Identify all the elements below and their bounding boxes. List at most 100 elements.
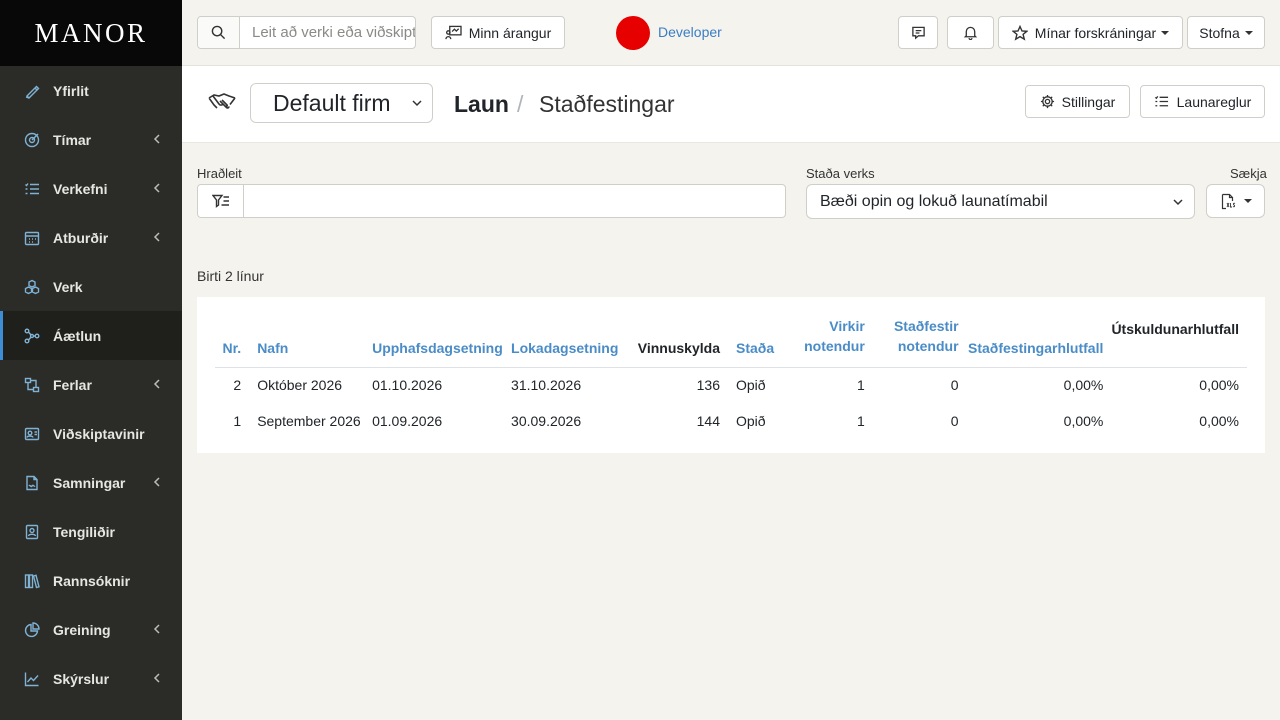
cell-status: Opið bbox=[735, 377, 766, 394]
column-header-name[interactable]: Nafn bbox=[249, 297, 365, 368]
breadcrumb-parent[interactable]: Laun bbox=[454, 91, 509, 118]
sidebar-item-greining[interactable]: Greining bbox=[0, 605, 182, 654]
cell-start-date: 01.10.2026 bbox=[372, 377, 443, 394]
sidebar: MANOR Yfirlit Tímar Verkefni Atburðir Ve… bbox=[0, 0, 182, 720]
network-icon bbox=[24, 328, 40, 344]
line-chart-icon bbox=[24, 671, 40, 687]
firm-select[interactable]: Default firm bbox=[250, 83, 433, 123]
page-header: Default firm Laun / Staðfestingar Stilli… bbox=[182, 66, 1280, 143]
my-achievements-button[interactable]: Minn árangur bbox=[431, 16, 565, 49]
chevron-left-icon bbox=[150, 475, 164, 489]
payroll-periods-table: Nr. Nafn Upphafsdagsetning Lokadagsetnin… bbox=[215, 297, 1247, 439]
chevron-left-icon bbox=[150, 377, 164, 391]
search-button[interactable] bbox=[198, 17, 240, 48]
column-header-active-users[interactable]: Virkir notendur bbox=[786, 297, 873, 368]
sidebar-item-atburdir[interactable]: Atburðir bbox=[0, 213, 182, 262]
sidebar-item-rannsoknir[interactable]: Rannsóknir bbox=[0, 556, 182, 605]
sidebar-item-samningar[interactable]: Samningar bbox=[0, 458, 182, 507]
avatar[interactable] bbox=[616, 16, 650, 50]
sidebar-item-label: Greining bbox=[53, 621, 111, 638]
brand-logo[interactable]: MANOR bbox=[0, 0, 182, 66]
sidebar-item-verkefni[interactable]: Verkefni bbox=[0, 164, 182, 213]
search-input[interactable] bbox=[240, 17, 415, 48]
sidebar-item-label: Yfirlit bbox=[53, 82, 89, 99]
table-row[interactable]: 1 September 2026 01.09.2026 30.09.2026 1… bbox=[215, 403, 1247, 439]
filter-button[interactable] bbox=[198, 185, 244, 217]
pie-chart-icon bbox=[24, 621, 40, 638]
column-header-confirmed-users[interactable]: Staðfestir notendur bbox=[872, 297, 967, 368]
cell-active-users: 1 bbox=[856, 413, 865, 429]
chevron-left-icon bbox=[150, 230, 164, 244]
search-icon bbox=[211, 25, 226, 40]
header-line: Staðfestir bbox=[893, 317, 959, 334]
notifications-button[interactable] bbox=[947, 16, 994, 49]
cubes-icon bbox=[24, 279, 40, 295]
column-header-status[interactable]: Staða bbox=[727, 297, 787, 368]
sidebar-item-label: Verkefni bbox=[53, 180, 108, 197]
user-name-link[interactable]: Developer bbox=[658, 24, 722, 40]
quick-search-input[interactable] bbox=[244, 185, 785, 217]
cell-name[interactable]: Október 2026 bbox=[249, 367, 364, 403]
cell-name[interactable]: September 2026 bbox=[249, 403, 364, 439]
chevron-down-icon bbox=[1173, 199, 1183, 206]
top-bar: Minn árangur Developer Mínar forskráning… bbox=[182, 0, 1280, 66]
sidebar-item-aaetlun[interactable]: Áætlun bbox=[0, 311, 182, 360]
header-line: Virkir bbox=[829, 317, 865, 334]
sidebar-item-tengilidir[interactable]: Tengiliðir bbox=[0, 507, 182, 556]
quick-search-label: Hraðleit bbox=[197, 166, 242, 181]
pen-icon bbox=[24, 83, 40, 99]
sidebar-item-ferlar[interactable]: Ferlar bbox=[0, 360, 182, 409]
process-icon bbox=[24, 377, 40, 393]
xls-file-icon bbox=[1221, 193, 1235, 209]
chevron-left-icon bbox=[150, 671, 164, 685]
sidebar-item-verk[interactable]: Verk bbox=[0, 262, 182, 311]
create-dropdown[interactable]: Stofna bbox=[1187, 16, 1265, 49]
sidebar-item-label: Tengiliðir bbox=[53, 523, 115, 540]
column-header-confirm-ratio[interactable]: Staðfestingarhlutfall bbox=[966, 297, 1112, 368]
export-xls-dropdown[interactable] bbox=[1206, 184, 1265, 218]
filter-list-icon bbox=[211, 194, 229, 208]
table-row[interactable]: 2 Október 2026 01.10.2026 31.10.2026 136… bbox=[215, 367, 1247, 403]
cell-confirm-ratio: 0,00% bbox=[1063, 413, 1104, 429]
chevron-left-icon bbox=[150, 622, 164, 636]
pay-rules-label: Launareglur bbox=[1176, 93, 1252, 110]
sidebar-item-label: Áætlun bbox=[53, 327, 102, 344]
id-card-icon bbox=[24, 426, 40, 442]
cell-end-date: 30.09.2026 bbox=[511, 413, 582, 429]
calendar-icon bbox=[24, 230, 40, 246]
column-header-end-date[interactable]: Lokadagsetning bbox=[503, 297, 631, 368]
sidebar-item-yfirlit[interactable]: Yfirlit bbox=[0, 66, 182, 115]
chevron-left-icon bbox=[150, 132, 164, 146]
status-filter-value: Bæði opin og lokuð launatímabil bbox=[820, 192, 1048, 210]
handshake-icon bbox=[208, 93, 236, 109]
gear-icon bbox=[1040, 94, 1054, 109]
column-header-start-date[interactable]: Upphafsdagsetning bbox=[364, 297, 504, 368]
global-search bbox=[197, 16, 416, 49]
sidebar-item-vidskiptavinir[interactable]: Viðskiptavinir bbox=[0, 409, 182, 458]
my-registrations-dropdown[interactable]: Mínar forskráningar bbox=[998, 16, 1183, 49]
status-filter-label: Staða verks bbox=[806, 166, 875, 181]
sidebar-item-skyrslur[interactable]: Skýrslur bbox=[0, 654, 182, 703]
settings-button[interactable]: Stillingar bbox=[1025, 85, 1130, 118]
pay-rules-button[interactable]: Launareglur bbox=[1140, 85, 1265, 118]
books-icon bbox=[24, 573, 40, 589]
chat-icon bbox=[911, 26, 925, 40]
sidebar-item-timar[interactable]: Tímar bbox=[0, 115, 182, 164]
settings-label: Stillingar bbox=[1061, 93, 1116, 110]
cell-payout-ratio: 0,00% bbox=[1199, 377, 1239, 394]
cell-confirmed-users: 0 bbox=[950, 413, 959, 429]
cell-workload: 136 bbox=[696, 377, 720, 394]
breadcrumb-separator: / bbox=[517, 91, 524, 117]
cell-active-users: 1 bbox=[856, 377, 865, 394]
caret-down-icon bbox=[1244, 30, 1253, 35]
messages-button[interactable] bbox=[898, 16, 938, 49]
quick-search bbox=[197, 184, 786, 218]
contract-icon bbox=[24, 475, 40, 491]
target-clock-icon bbox=[24, 132, 40, 148]
column-header-nr[interactable]: Nr. bbox=[215, 297, 250, 368]
checklist-icon bbox=[1154, 95, 1168, 107]
header-line: notendur bbox=[804, 337, 865, 354]
sidebar-item-label: Samningar bbox=[53, 474, 126, 491]
status-filter-select[interactable]: Bæði opin og lokuð launatímabil bbox=[806, 184, 1195, 219]
payroll-table-card: Nr. Nafn Upphafsdagsetning Lokadagsetnin… bbox=[197, 297, 1265, 453]
